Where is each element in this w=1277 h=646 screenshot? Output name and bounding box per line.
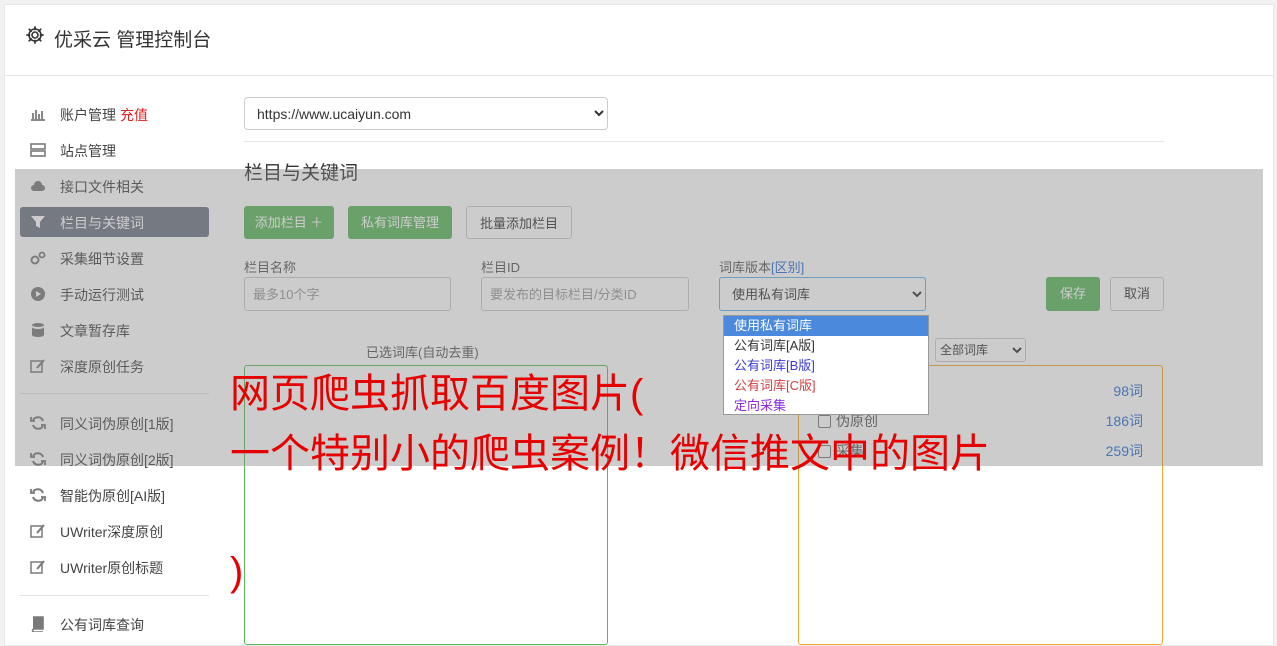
sidebar-divider — [20, 595, 209, 596]
sidebar-item-label: UWriter深度原创 — [60, 524, 164, 540]
bar-chart-icon — [31, 110, 45, 121]
divider — [244, 141, 1164, 142]
page-header: 优采云 管理控制台 — [5, 5, 1273, 76]
overlay-headline-line2: 一个特别小的爬虫案例！微信推文中的图片 — [230, 432, 990, 476]
sidebar-item-label: 智能伪原创[AI版] — [60, 488, 166, 504]
dropdown-option-public-b[interactable]: 公有词库[B版] — [724, 356, 928, 376]
sidebar-item-account[interactable]: 账户管理 充值 — [20, 99, 209, 129]
page-title: 优采云 管理控制台 — [54, 30, 212, 51]
edit-icon — [30, 524, 45, 538]
dropdown-option-public-c[interactable]: 公有词库[C版] — [724, 376, 928, 396]
sidebar-item-sites[interactable]: 站点管理 — [20, 135, 209, 165]
dropdown-option-directed[interactable]: 定向采集 — [724, 396, 928, 416]
dropdown-option-public-a[interactable]: 公有词库[A版] — [724, 336, 928, 356]
overlay-headline-line1: 网页爬虫抓取百度图片( — [230, 372, 644, 416]
recharge-link[interactable]: 充值 — [120, 107, 148, 123]
overlay-headline-line3: ) — [230, 550, 244, 594]
server-icon — [30, 143, 46, 157]
sidebar-item-label: UWriter原创标题 — [60, 560, 164, 576]
dropdown-option-private[interactable]: 使用私有词库 — [724, 316, 928, 336]
edit-icon — [30, 560, 45, 574]
sidebar-item-uwriter-title[interactable]: UWriter原创标题 — [20, 552, 209, 582]
book-icon — [31, 616, 44, 632]
gray-overlay — [15, 169, 1263, 466]
sidebar-item-label: 站点管理 — [60, 143, 116, 159]
lib-version-dropdown[interactable]: 使用私有词库 公有词库[A版] 公有词库[B版] 公有词库[C版] 定向采集 — [723, 315, 929, 415]
sidebar-item-label: 公有词库查询 — [60, 617, 144, 633]
sidebar-item-ai-original[interactable]: 智能伪原创[AI版] — [20, 480, 209, 510]
sidebar-item-public-lib[interactable]: 公有词库查询 — [20, 609, 209, 639]
site-select[interactable]: https://www.ucaiyun.com — [244, 97, 608, 130]
gear-icon — [26, 26, 44, 44]
sidebar-item-label: 账户管理 — [60, 107, 116, 123]
sidebar-item-uwriter-deep[interactable]: UWriter深度原创 — [20, 516, 209, 546]
refresh-icon — [30, 488, 46, 502]
